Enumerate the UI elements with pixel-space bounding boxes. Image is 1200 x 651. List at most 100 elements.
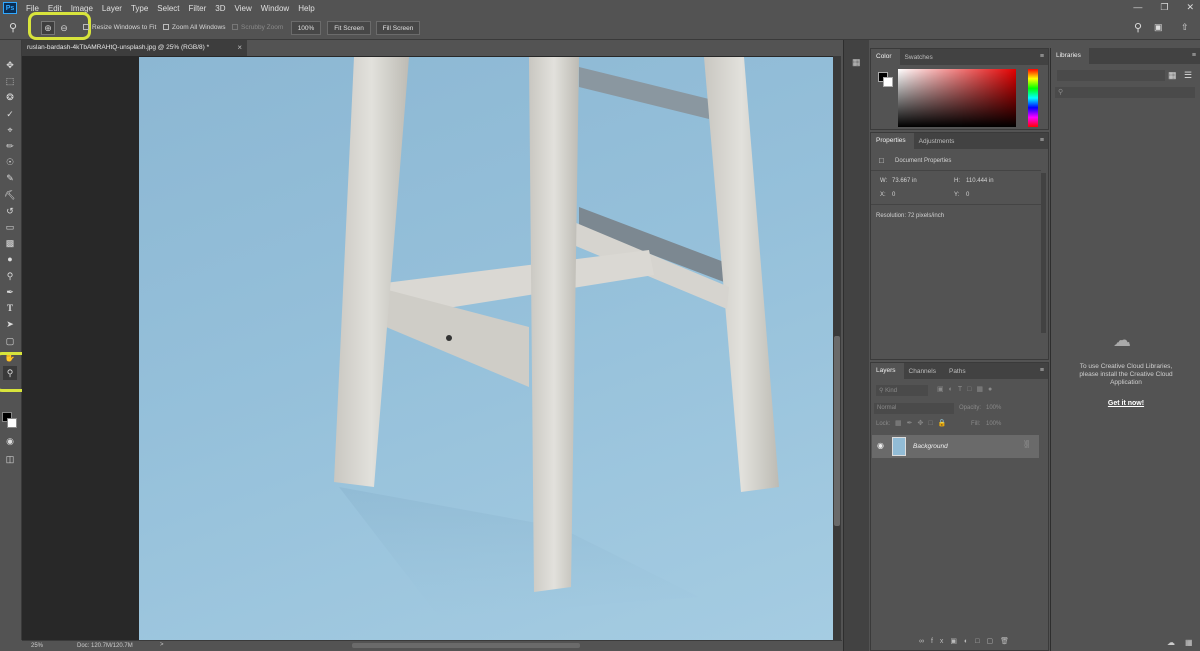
- tab-properties[interactable]: Properties: [871, 133, 914, 149]
- move-tool-icon[interactable]: ✥: [3, 58, 17, 72]
- menu-filter[interactable]: Filter: [189, 4, 207, 13]
- document-image[interactable]: [139, 57, 833, 640]
- healing-brush-tool-icon[interactable]: ☉: [3, 155, 17, 169]
- width-value[interactable]: 73.667 in: [892, 178, 917, 184]
- quick-mask-icon[interactable]: ◉: [3, 434, 17, 448]
- status-zoom[interactable]: 25%: [31, 643, 43, 649]
- y-value[interactable]: 0: [966, 192, 969, 198]
- opacity-value[interactable]: 100%: [986, 405, 1001, 411]
- x-value[interactable]: 0: [892, 192, 895, 198]
- scrubby-zoom-label: Scrubby Zoom: [241, 24, 284, 31]
- crop-tool-icon[interactable]: ⌖: [3, 123, 17, 137]
- tab-adjustments[interactable]: Adjustments: [914, 138, 963, 149]
- y-label: Y:: [954, 192, 960, 198]
- list-view-icon[interactable]: ☰: [1184, 70, 1192, 81]
- visibility-eye-icon[interactable]: ◉: [877, 441, 884, 450]
- status-arrow-icon[interactable]: >: [160, 642, 164, 648]
- grid-view-icon[interactable]: ▦: [1168, 70, 1177, 81]
- menu-help[interactable]: Help: [298, 4, 314, 13]
- vertical-scroll-thumb[interactable]: [834, 336, 840, 526]
- lock-icons[interactable]: ▦✒✥□🔒: [895, 419, 951, 427]
- eraser-tool-icon[interactable]: ▭: [3, 220, 17, 234]
- maximize-icon[interactable]: ❐: [1160, 2, 1168, 13]
- tab-layers[interactable]: Layers: [871, 363, 904, 379]
- tab-color[interactable]: Color: [871, 49, 900, 65]
- zoom-tool-icon: ⚲: [9, 22, 18, 34]
- library-storage-icon[interactable]: ▦: [1185, 638, 1193, 647]
- blur-tool-icon[interactable]: ●: [3, 252, 17, 266]
- document-tab[interactable]: ruslan-bardash-4kTbAMRAHtQ-unsplash.jpg …: [22, 40, 247, 56]
- blend-mode-dropdown[interactable]: Normal: [874, 403, 954, 414]
- menu-bar: Ps File Edit Image Layer Type Select Fil…: [0, 0, 1200, 16]
- tab-paths[interactable]: Paths: [944, 368, 974, 379]
- fill-value[interactable]: 100%: [986, 421, 1001, 427]
- marquee-tool-icon[interactable]: ⬚: [3, 74, 17, 88]
- get-it-now-link[interactable]: Get it now!: [1081, 400, 1171, 407]
- menu-view[interactable]: View: [235, 4, 252, 13]
- layer-row-background[interactable]: ◉ Background ░: [872, 435, 1039, 458]
- library-dropdown[interactable]: [1057, 70, 1165, 81]
- pen-tool-icon[interactable]: ✒: [3, 285, 17, 299]
- share-icon[interactable]: ⇧: [1181, 22, 1189, 33]
- type-tool-icon[interactable]: T: [3, 301, 17, 315]
- properties-panel-menu-icon[interactable]: ≡: [1040, 137, 1044, 144]
- layers-panel-menu-icon[interactable]: ≡: [1040, 367, 1044, 374]
- history-panel-icon[interactable]: ▦: [852, 57, 861, 68]
- color-background-swatch[interactable]: [883, 77, 893, 87]
- layer-name[interactable]: Background: [913, 443, 948, 450]
- menu-window[interactable]: Window: [261, 4, 289, 13]
- history-brush-tool-icon[interactable]: ↺: [3, 204, 17, 218]
- opacity-label: Opacity:: [959, 405, 982, 411]
- hue-slider[interactable]: [1028, 69, 1038, 127]
- layers-footer-icons[interactable]: ∞fx▣◐□▢🗑: [919, 637, 1016, 645]
- resolution-text: Resolution: 72 pixels/inch: [876, 213, 945, 219]
- photoshop-logo-icon[interactable]: Ps: [3, 2, 17, 14]
- horizontal-scroll-thumb[interactable]: [352, 643, 580, 648]
- dodge-tool-icon[interactable]: ⚲: [3, 269, 17, 283]
- color-picker-field[interactable]: [898, 69, 1016, 127]
- tab-channels[interactable]: Channels: [904, 368, 944, 379]
- fill-label: Fill:: [971, 421, 981, 427]
- menu-3d[interactable]: 3D: [215, 4, 225, 13]
- fill-screen-button[interactable]: Fill Screen: [376, 21, 420, 35]
- menu-type[interactable]: Type: [131, 4, 148, 13]
- rectangle-tool-icon[interactable]: ▢: [3, 334, 17, 348]
- screen-mode-icon[interactable]: ◫: [3, 452, 17, 466]
- close-tab-icon[interactable]: ×: [237, 43, 242, 52]
- tab-swatches[interactable]: Swatches: [900, 54, 941, 65]
- background-color-swatch[interactable]: [7, 418, 17, 428]
- height-value[interactable]: 110.444 in: [966, 178, 994, 184]
- zoom-all-windows-checkbox[interactable]: Zoom All Windows: [163, 24, 225, 31]
- libraries-panel-menu-icon[interactable]: ≡: [1192, 52, 1196, 59]
- zoom-percent-button[interactable]: 100%: [291, 21, 321, 35]
- filter-kind-dropdown[interactable]: ⚲ Kind: [876, 385, 928, 396]
- cloud-sync-icon[interactable]: ☁: [1167, 638, 1175, 647]
- creative-cloud-icon: ☁: [1113, 330, 1131, 350]
- brush-tool-icon[interactable]: ✎: [3, 171, 17, 185]
- color-panel-menu-icon[interactable]: ≡: [1040, 53, 1044, 60]
- menu-layer[interactable]: Layer: [102, 4, 122, 13]
- lasso-tool-icon[interactable]: ❂: [3, 90, 17, 104]
- library-search-input[interactable]: ⚲: [1055, 87, 1195, 98]
- minimize-icon[interactable]: —: [1133, 2, 1142, 13]
- layer-filter-icons[interactable]: ▣◐T□▦●: [937, 385, 997, 393]
- clone-stamp-tool-icon[interactable]: ⛏: [3, 188, 17, 202]
- properties-scrollbar[interactable]: [1041, 173, 1046, 333]
- resize-windows-checkbox[interactable]: Resize Windows to Fit: [83, 24, 156, 31]
- menu-select[interactable]: Select: [157, 4, 179, 13]
- workspace-icon[interactable]: ▣: [1154, 22, 1163, 33]
- scrubby-zoom-checkbox[interactable]: Scrubby Zoom: [232, 24, 283, 31]
- resize-windows-label: Resize Windows to Fit: [92, 24, 157, 31]
- search-icon[interactable]: ⚲: [1134, 21, 1142, 34]
- eyedropper-tool-icon[interactable]: ✏: [3, 139, 17, 153]
- close-window-icon[interactable]: ✕: [1186, 2, 1194, 13]
- tab-libraries[interactable]: Libraries: [1051, 48, 1089, 64]
- search-icon: ⚲: [1058, 89, 1064, 96]
- libraries-panel: Libraries ≡ ▦ ☰ ⚲ ☁ To use Creative Clou…: [1050, 48, 1200, 651]
- path-selection-tool-icon[interactable]: ➤: [3, 317, 17, 331]
- status-doc-info: Doc: 120.7M/120.7M: [77, 643, 133, 649]
- fit-screen-button[interactable]: Fit Screen: [327, 21, 371, 35]
- quick-selection-tool-icon[interactable]: ✓: [3, 107, 17, 121]
- gradient-tool-icon[interactable]: ▩: [3, 236, 17, 250]
- vertical-scrollbar[interactable]: [833, 56, 841, 640]
